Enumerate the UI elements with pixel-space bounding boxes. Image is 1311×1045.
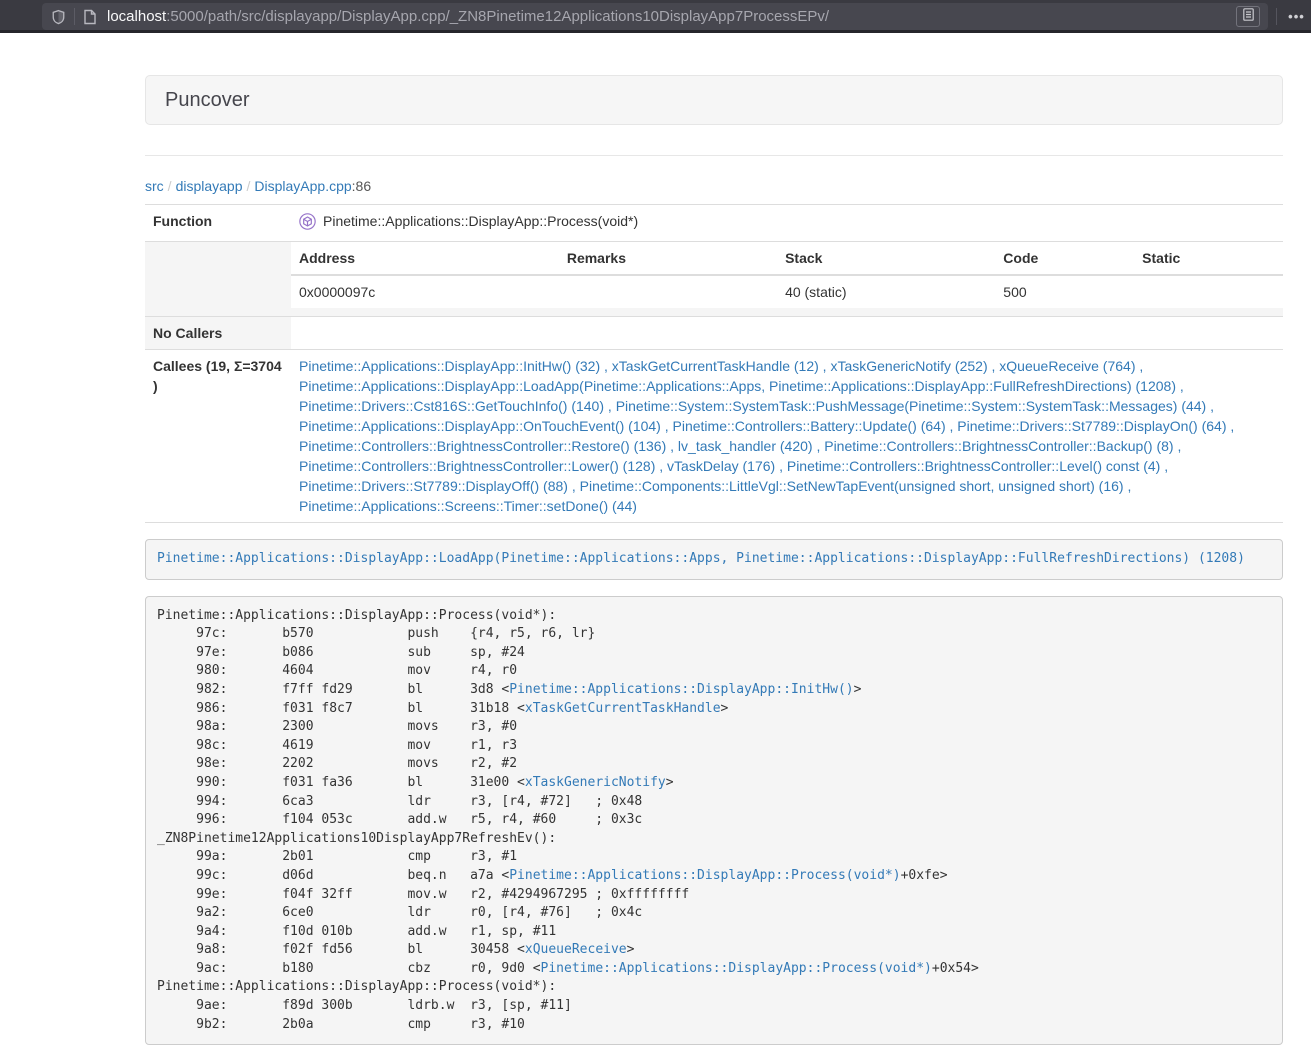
menu-button[interactable]: ••• xyxy=(1282,0,1311,33)
callers-cell xyxy=(291,317,1283,350)
callees-label: Callees (19, Σ=3704 ) xyxy=(145,350,291,523)
callee-separator: , xyxy=(1135,358,1143,374)
shield-icon[interactable] xyxy=(51,9,66,25)
table-row: Callees (19, Σ=3704 ) Pinetime::Applicat… xyxy=(145,350,1283,523)
callee-link[interactable]: xQueueReceive (764) xyxy=(999,358,1135,374)
callee-link[interactable]: Pinetime::System::SystemTask::PushMessag… xyxy=(616,398,1207,414)
function-table: Function Pinetime::Applications::Display… xyxy=(145,204,1283,523)
callee-separator: , xyxy=(1206,398,1214,414)
disassembly: Pinetime::Applications::DisplayApp::Proc… xyxy=(145,596,1283,1045)
table-row: Function Pinetime::Applications::Display… xyxy=(145,205,1283,242)
code-symbol-link[interactable]: xQueueReceive xyxy=(525,942,627,957)
function-name: Pinetime::Applications::DisplayApp::Proc… xyxy=(323,213,638,229)
function-stats-cell: Address Remarks Stack Code Static 0x0000… xyxy=(291,242,1283,317)
stats-value-row: 0x0000097c 40 (static) 500 xyxy=(291,275,1283,308)
cube-icon xyxy=(299,213,316,235)
column-header-stack: Stack xyxy=(777,242,995,275)
static-value xyxy=(1134,275,1283,308)
callee-link[interactable]: lv_task_handler (420) xyxy=(678,438,813,454)
function-name-cell: Pinetime::Applications::DisplayApp::Proc… xyxy=(291,205,1283,242)
address-value: 0x0000097c xyxy=(291,275,559,308)
callee-link[interactable]: Pinetime::Applications::DisplayApp::Init… xyxy=(299,358,600,374)
callee-link[interactable]: Pinetime::Controllers::BrightnessControl… xyxy=(787,458,1160,474)
table-row: Address Remarks Stack Code Static 0x0000… xyxy=(145,242,1283,317)
browser-bar: localhost:5000/path/src/displayapp/Displ… xyxy=(0,0,1311,33)
callee-separator: , xyxy=(655,458,667,474)
code-symbol-link[interactable]: xTaskGetCurrentTaskHandle xyxy=(525,701,721,716)
empty-row-label xyxy=(145,242,291,317)
callee-separator: , xyxy=(988,358,1000,374)
reader-mode-icon xyxy=(1243,8,1254,26)
stack-value: 40 (static) xyxy=(777,275,995,308)
callee-separator: , xyxy=(946,418,958,434)
callee-separator: , xyxy=(775,458,787,474)
code-symbol-link[interactable]: Pinetime::Applications::DisplayApp::Init… xyxy=(509,682,853,697)
callee-separator: , xyxy=(604,398,616,414)
callee-link[interactable]: Pinetime::Controllers::BrightnessControl… xyxy=(299,458,655,474)
url-bar[interactable]: localhost:5000/path/src/displayapp/Displ… xyxy=(42,3,1268,30)
callee-link[interactable]: Pinetime::Controllers::BrightnessControl… xyxy=(299,438,666,454)
remarks-value xyxy=(559,275,777,308)
code-symbol-link[interactable]: Pinetime::Applications::DisplayApp::Proc… xyxy=(509,868,900,883)
breadcrumb-link-src[interactable]: src xyxy=(145,178,164,194)
callee-link[interactable]: Pinetime::Components::LittleVgl::SetNewT… xyxy=(580,478,1124,494)
function-stats-table: Address Remarks Stack Code Static 0x0000… xyxy=(291,242,1283,308)
callee-link[interactable]: xTaskGetCurrentTaskHandle (12) xyxy=(612,358,819,374)
callee-separator: , xyxy=(568,478,580,494)
table-bottom-border xyxy=(145,523,1283,524)
column-header-address: Address xyxy=(291,242,559,275)
callee-link[interactable]: Pinetime::Drivers::St7789::DisplayOff() … xyxy=(299,478,568,494)
breadcrumb-line-number: :86 xyxy=(352,178,371,194)
callee-separator: , xyxy=(666,438,678,454)
callees-list: Pinetime::Applications::DisplayApp::Init… xyxy=(291,350,1283,523)
code-symbol-link[interactable]: xTaskGenericNotify xyxy=(525,775,666,790)
breadcrumb-separator: / xyxy=(164,178,176,194)
stats-header-row: Address Remarks Stack Code Static xyxy=(291,242,1283,275)
no-callers-label: No Callers xyxy=(145,317,291,350)
callee-link[interactable]: xTaskGenericNotify (252) xyxy=(830,358,987,374)
callee-link[interactable]: Pinetime::Drivers::St7789::DisplayOn() (… xyxy=(957,418,1226,434)
callee-link[interactable]: Pinetime::Controllers::Battery::Update()… xyxy=(673,418,946,434)
reader-mode-button[interactable] xyxy=(1236,6,1260,27)
page-container: Puncover src/displayapp/DisplayApp.cpp:8… xyxy=(145,75,1283,1045)
callee-separator: , xyxy=(819,358,831,374)
app-header: Puncover xyxy=(145,75,1283,125)
url-input[interactable]: localhost:5000/path/src/displayapp/Displ… xyxy=(107,8,1236,25)
callee-separator: , xyxy=(661,418,673,434)
menu-dots-icon: ••• xyxy=(1288,9,1305,24)
callee-separator: , xyxy=(600,358,612,374)
callee-link[interactable]: Pinetime::Applications::DisplayApp::OnTo… xyxy=(299,418,661,434)
loadapp-link[interactable]: Pinetime::Applications::DisplayApp::Load… xyxy=(157,551,1245,566)
code-size-value: 500 xyxy=(995,275,1134,308)
breadcrumb-link-displayapp[interactable]: displayapp xyxy=(176,178,243,194)
callee-separator: , xyxy=(1124,478,1132,494)
column-header-static: Static xyxy=(1134,242,1283,275)
page-title: Puncover xyxy=(165,89,1263,111)
url-host: localhost xyxy=(107,8,166,25)
divider xyxy=(145,155,1283,156)
callee-link[interactable]: Pinetime::Applications::DisplayApp::Load… xyxy=(299,378,1176,394)
callee-separator: , xyxy=(1176,378,1184,394)
callee-link[interactable]: Pinetime::Controllers::BrightnessControl… xyxy=(824,438,1173,454)
page-icon[interactable] xyxy=(83,9,97,25)
callee-link[interactable]: Pinetime::Drivers::Cst816S::GetTouchInfo… xyxy=(299,398,604,414)
breadcrumb-link-file[interactable]: DisplayApp.cpp xyxy=(254,178,351,194)
function-row-label: Function xyxy=(145,205,291,242)
callee-separator: , xyxy=(1174,438,1182,454)
column-header-remarks: Remarks xyxy=(559,242,777,275)
loadapp-panel: Pinetime::Applications::DisplayApp::Load… xyxy=(145,539,1283,580)
callee-link[interactable]: Pinetime::Applications::Screens::Timer::… xyxy=(299,498,637,514)
callee-separator: , xyxy=(813,438,825,454)
toolbar-divider xyxy=(1276,8,1277,25)
breadcrumb: src/displayapp/DisplayApp.cpp:86 xyxy=(145,176,1283,196)
callee-separator: , xyxy=(1160,458,1168,474)
breadcrumb-separator: / xyxy=(243,178,255,194)
callee-link[interactable]: vTaskDelay (176) xyxy=(667,458,775,474)
url-path: :5000/path/src/displayapp/DisplayApp.cpp… xyxy=(166,8,829,25)
table-row: No Callers xyxy=(145,317,1283,350)
column-header-code: Code xyxy=(995,242,1134,275)
url-bar-divider xyxy=(74,8,75,25)
callee-separator: , xyxy=(1227,418,1235,434)
code-symbol-link[interactable]: Pinetime::Applications::DisplayApp::Proc… xyxy=(541,961,932,976)
